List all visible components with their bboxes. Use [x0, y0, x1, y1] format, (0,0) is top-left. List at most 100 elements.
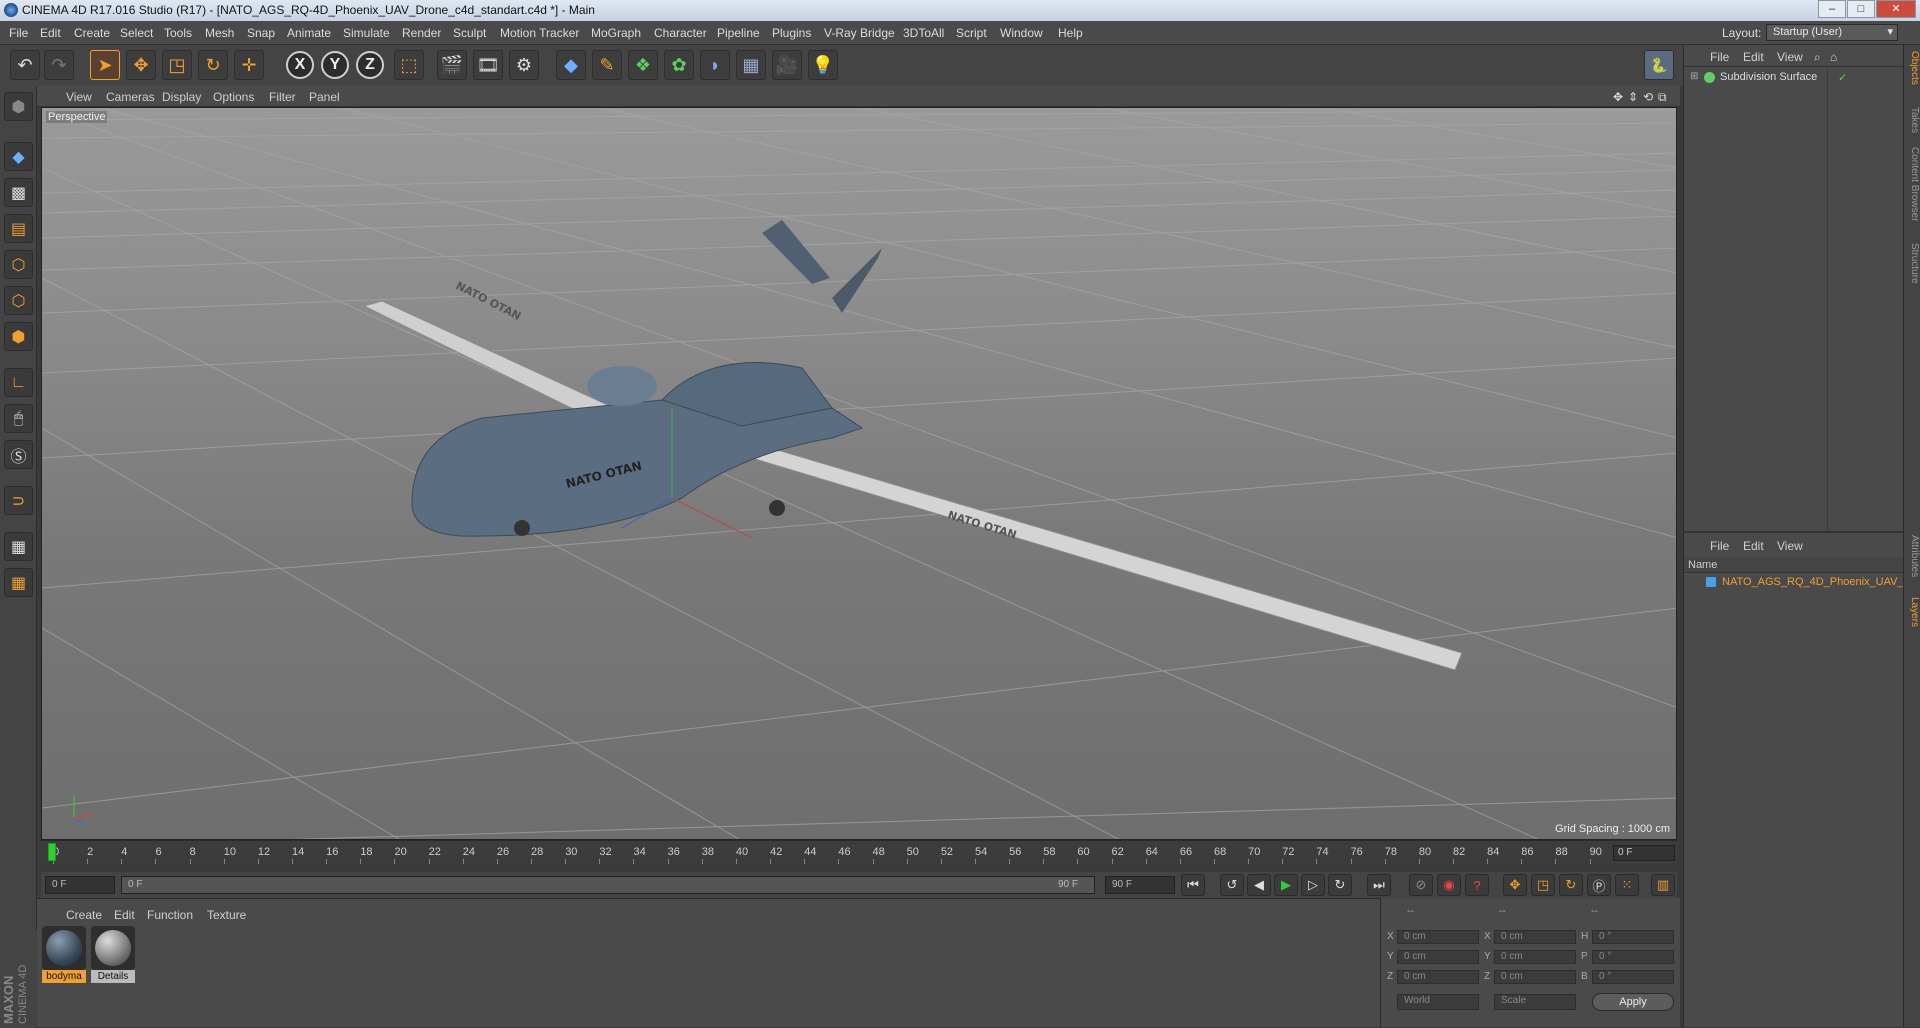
menu-plugins[interactable]: Plugins — [772, 26, 811, 40]
layers-menu-file[interactable]: File — [1710, 539, 1729, 553]
model-mode-button[interactable]: ◆ — [4, 142, 33, 171]
magnet-button[interactable]: ⊃ — [4, 486, 33, 515]
side-tab-takes[interactable]: Takes — [1905, 107, 1920, 133]
close-button[interactable]: ✕ — [1876, 0, 1916, 18]
material-swatch-bodyma[interactable]: bodyma — [42, 926, 86, 983]
x-axis-lock-button[interactable]: X — [286, 51, 314, 79]
snapping-button[interactable]: Ⓢ — [4, 440, 33, 469]
menu-mograph[interactable]: MoGraph — [591, 26, 641, 40]
menu-window[interactable]: Window — [1000, 26, 1043, 40]
axis-mode-button[interactable]: ∟ — [4, 368, 33, 397]
undo-button[interactable]: ↶ — [10, 50, 40, 80]
move-tool-button[interactable]: ✥ — [126, 50, 156, 80]
timeline-ruler[interactable]: 0 2 4 6 8 10 12 14 16 18 20 22 24 26 28 30 32 34 36 38 40 42 4… — [41, 840, 1677, 864]
max-frame-field[interactable]: 90 F — [1105, 876, 1175, 894]
current-frame-field[interactable]: 0 F — [45, 876, 115, 894]
render-view-button[interactable]: 🎬 — [437, 50, 467, 80]
viewport-menu-view[interactable]: View — [66, 90, 92, 104]
menu-animate[interactable]: Animate — [287, 26, 331, 40]
drone-model[interactable] — [362, 220, 1463, 671]
python-button[interactable]: 🐍 — [1644, 50, 1674, 80]
keyframe-selection-button[interactable]: ? — [1465, 874, 1489, 896]
maximize-button[interactable]: □ — [1847, 0, 1875, 18]
side-tab-content-browser[interactable]: Content Browser — [1905, 147, 1920, 221]
rotate-tool-button[interactable]: ↻ — [198, 50, 228, 80]
timeline-window-button[interactable]: ▥ — [1651, 874, 1675, 896]
objects-menu-file[interactable]: File — [1710, 50, 1729, 64]
viewport-menu-filter[interactable]: Filter — [269, 90, 296, 104]
live-selection-button[interactable]: ✛ — [234, 50, 264, 80]
material-menu-create[interactable]: Create — [66, 908, 102, 922]
menu-snap[interactable]: Snap — [247, 26, 275, 40]
menu-file[interactable]: File — [9, 26, 28, 40]
viewport-menu-options[interactable]: Options — [213, 90, 254, 104]
key-pla-button[interactable]: ⁙ — [1615, 874, 1639, 896]
rotation-b-field[interactable]: 0 ° — [1592, 970, 1674, 984]
render-picture-viewer-button[interactable]: 🎞 — [473, 50, 503, 80]
menu-mesh[interactable]: Mesh — [205, 26, 234, 40]
material-menu-function[interactable]: Function — [147, 908, 193, 922]
previous-key-button[interactable]: ↺ — [1220, 874, 1244, 896]
workplane-lock-button[interactable]: ▦ — [4, 532, 33, 561]
coordinate-space-select[interactable]: World — [1397, 994, 1479, 1010]
menu-help[interactable]: Help — [1058, 26, 1083, 40]
workplane-mode-button[interactable]: ▤ — [4, 214, 33, 243]
coordinate-system-button[interactable]: ⬚ — [394, 50, 424, 80]
add-nurbs-button[interactable]: ❖ — [628, 50, 658, 80]
frame-range-slider[interactable]: 0 F 90 F — [121, 876, 1095, 894]
add-array-button[interactable]: ✿ — [664, 50, 694, 80]
rotation-h-field[interactable]: 0 ° — [1592, 930, 1674, 944]
key-scale-button[interactable]: ◳ — [1531, 874, 1555, 896]
layer-row[interactable]: NATO_AGS_RQ_4D_Phoenix_UAV_ — [1688, 576, 1904, 592]
next-key-button[interactable]: ↻ — [1328, 874, 1352, 896]
make-editable-button[interactable]: ⬢ — [4, 92, 33, 121]
texture-mode-button[interactable]: ▩ — [4, 178, 33, 207]
timeline-end-field[interactable]: 0 F — [1613, 845, 1675, 861]
play-button[interactable]: ▶ — [1274, 874, 1298, 896]
side-tab-layers[interactable]: Layers — [1905, 597, 1920, 627]
playhead-marker[interactable] — [48, 843, 56, 861]
enabled-check-icon[interactable]: ✓ — [1838, 71, 1847, 84]
menu-pipeline[interactable]: Pipeline — [717, 26, 760, 40]
redo-button[interactable]: ↷ — [44, 50, 74, 80]
menu-create[interactable]: Create — [74, 26, 110, 40]
layout-select[interactable]: Startup (User) ▾ — [1766, 24, 1898, 41]
workplane-align-button[interactable]: ▦ — [4, 568, 33, 597]
rotation-p-field[interactable]: 0 ° — [1592, 950, 1674, 964]
material-swatch-details[interactable]: Details — [91, 926, 135, 983]
next-frame-button[interactable]: ▷ — [1301, 874, 1325, 896]
viewport-menu-display[interactable]: Display — [162, 90, 201, 104]
viewport-move-icon[interactable]: ✥ — [1613, 90, 1623, 104]
search-icon[interactable]: ⌕ — [1814, 50, 1821, 65]
expand-icon[interactable]: ⊞ — [1690, 71, 1698, 82]
polygons-mode-button[interactable]: ⬢ — [4, 322, 33, 351]
menu-script[interactable]: Script — [956, 26, 987, 40]
home-icon[interactable]: ⌂ — [1830, 50, 1837, 64]
side-tab-attributes[interactable]: Attributes — [1905, 535, 1920, 577]
perspective-viewport[interactable]: NATO OTAN NATO OTAN NATO OTAN Perspectiv… — [41, 107, 1677, 840]
key-rotation-button[interactable]: ↻ — [1559, 874, 1583, 896]
side-tab-objects[interactable]: Objects — [1905, 51, 1920, 85]
menu-tools[interactable]: Tools — [164, 26, 192, 40]
tweak-mode-button[interactable]: 🖱 — [4, 404, 33, 433]
render-settings-button[interactable]: ⚙ — [509, 50, 539, 80]
viewport-rotate-icon[interactable]: ⟲ — [1643, 90, 1653, 104]
menu-render[interactable]: Render — [402, 26, 441, 40]
menu-motion-tracker[interactable]: Motion Tracker — [500, 26, 579, 40]
go-to-start-button[interactable]: ⏮ — [1181, 874, 1205, 896]
menu-sculpt[interactable]: Sculpt — [453, 26, 486, 40]
apply-button[interactable]: Apply — [1592, 993, 1674, 1011]
select-tool-button[interactable]: ➤ — [90, 50, 120, 80]
side-tab-structure[interactable]: Structure — [1905, 243, 1920, 284]
viewport-zoom-icon[interactable]: ⇕ — [1628, 90, 1638, 104]
record-keys-button[interactable]: ⊘ — [1409, 874, 1433, 896]
add-deformer-button[interactable]: ◗ — [700, 50, 730, 80]
go-to-end-button[interactable]: ⏭ — [1367, 874, 1391, 896]
material-menu-edit[interactable]: Edit — [114, 908, 135, 922]
menu-vray-bridge[interactable]: V-Ray Bridge — [824, 26, 895, 40]
menu-select[interactable]: Select — [120, 26, 153, 40]
add-light-button[interactable]: 💡 — [808, 50, 838, 80]
menu-simulate[interactable]: Simulate — [343, 26, 390, 40]
layers-menu-view[interactable]: View — [1777, 539, 1803, 553]
points-mode-button[interactable]: ⬡ — [4, 250, 33, 279]
